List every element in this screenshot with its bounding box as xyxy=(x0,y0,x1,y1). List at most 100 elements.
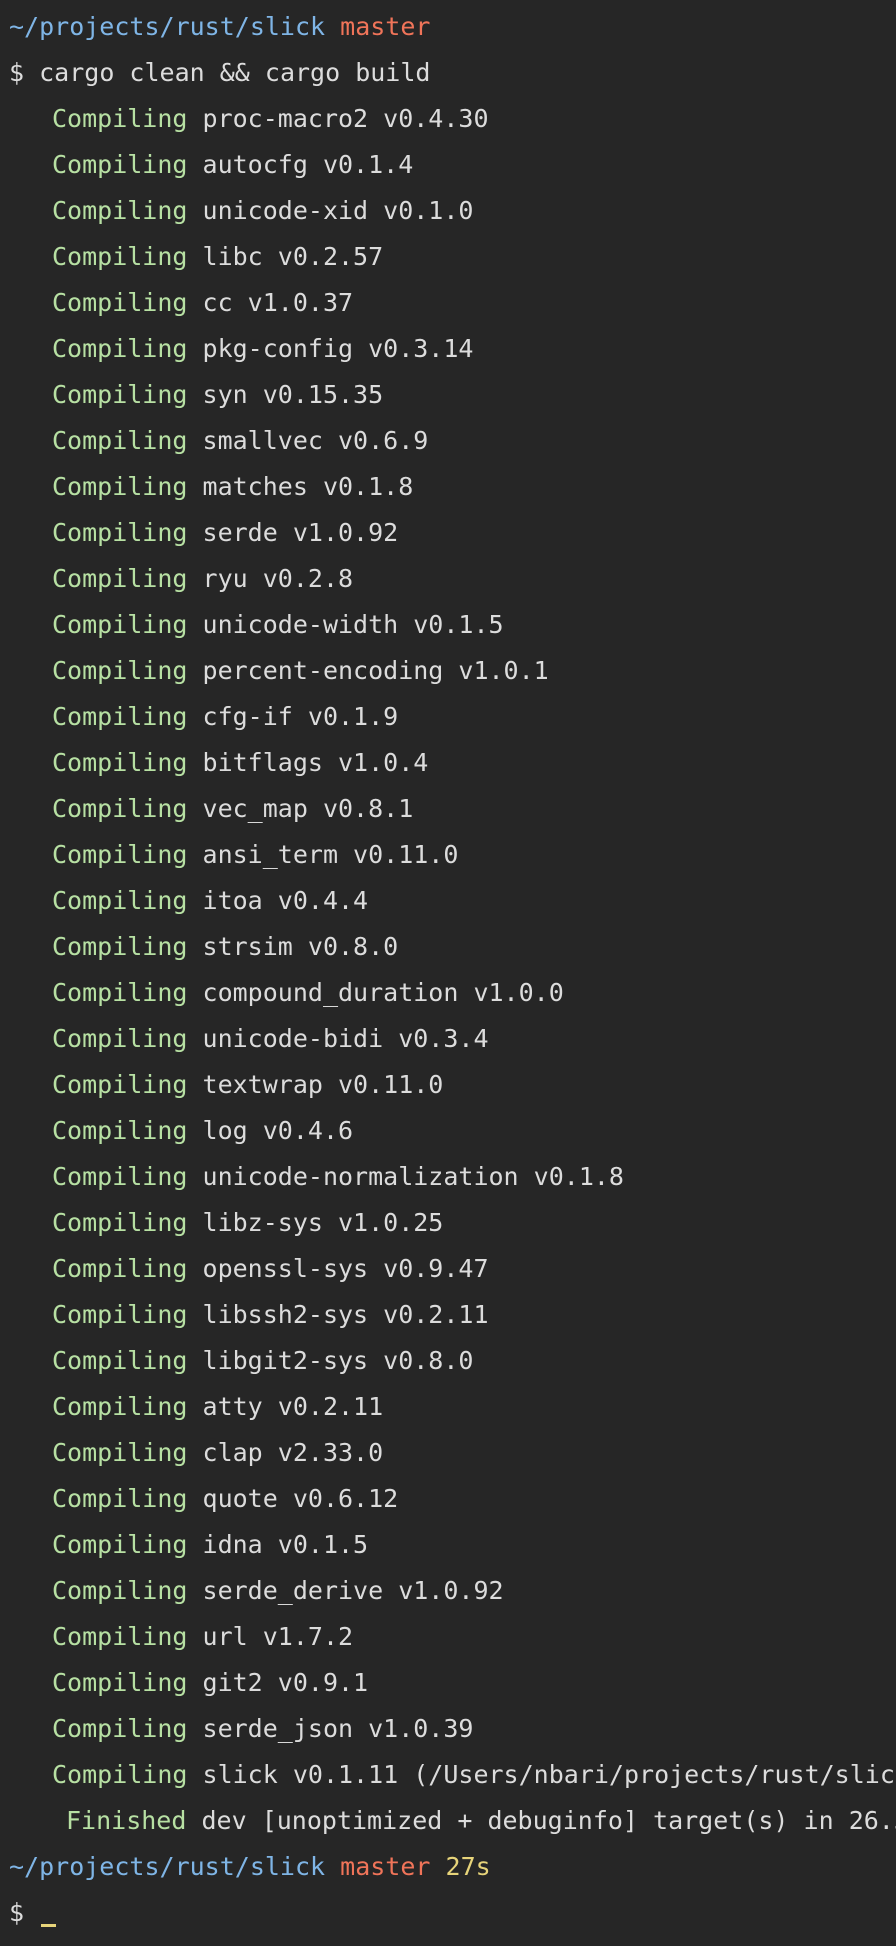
compile-verb: Compiling xyxy=(52,1070,188,1099)
compile-verb: Compiling xyxy=(52,702,188,731)
compile-verb: Compiling xyxy=(52,1300,188,1329)
compile-line: Compiling slick v0.1.11 (/Users/nbari/pr… xyxy=(9,1754,896,1800)
crate-name: libgit2-sys v0.8.0 xyxy=(202,1346,474,1375)
crate-name: libc v0.2.57 xyxy=(202,242,384,271)
compile-verb: Compiling xyxy=(52,1438,188,1467)
crate-name: ryu v0.2.8 xyxy=(202,564,354,593)
command-duration: 27s xyxy=(445,1852,491,1881)
compile-verb: Compiling xyxy=(52,748,188,777)
build-output: Compiling proc-macro2 v0.4.30 Compiling a… xyxy=(9,98,896,1800)
crate-name: log v0.4.6 xyxy=(202,1116,354,1145)
compile-verb: Compiling xyxy=(52,1254,188,1283)
crate-name: vec_map v0.8.1 xyxy=(202,794,414,823)
compile-line: Compiling strsim v0.8.0 xyxy=(9,926,896,972)
compile-line: Compiling serde_json v1.0.39 xyxy=(9,1708,896,1754)
compile-line: Compiling libz-sys v1.0.25 xyxy=(9,1202,896,1248)
crate-name: git2 v0.9.1 xyxy=(202,1668,369,1697)
crate-name: proc-macro2 v0.4.30 xyxy=(202,104,489,133)
compile-verb: Compiling xyxy=(52,150,188,179)
compile-verb: Compiling xyxy=(52,1714,188,1743)
compile-line: Compiling cc v1.0.37 xyxy=(9,282,896,328)
compile-line: Compiling bitflags v1.0.4 xyxy=(9,742,896,788)
command-line: $ cargo clean && cargo build xyxy=(9,52,896,98)
final-git-branch: master xyxy=(340,1852,431,1881)
crate-name: cc v1.0.37 xyxy=(202,288,354,317)
compile-verb: Compiling xyxy=(52,1622,188,1651)
compile-line: Compiling matches v0.1.8 xyxy=(9,466,896,512)
compile-line: Compiling url v1.7.2 xyxy=(9,1616,896,1662)
text-cursor xyxy=(41,1924,57,1927)
compile-line: Compiling vec_map v0.8.1 xyxy=(9,788,896,834)
crate-name: serde_json v1.0.39 xyxy=(202,1714,474,1743)
compile-verb: Compiling xyxy=(52,1668,188,1697)
compile-verb: Compiling xyxy=(52,196,188,225)
crate-name: unicode-normalization v0.1.8 xyxy=(202,1162,624,1191)
compile-line: Compiling serde_derive v1.0.92 xyxy=(9,1570,896,1616)
compile-line: Compiling ryu v0.2.8 xyxy=(9,558,896,604)
crate-name: pkg-config v0.3.14 xyxy=(202,334,474,363)
crate-name: slick v0.1.11 (/Users/nbari/projects/rus… xyxy=(202,1760,896,1789)
compile-verb: Compiling xyxy=(52,426,188,455)
compile-verb: Compiling xyxy=(52,1024,188,1053)
compile-verb: Compiling xyxy=(52,242,188,271)
prompt-symbol: $ xyxy=(9,58,25,87)
compile-line: Compiling log v0.4.6 xyxy=(9,1110,896,1156)
crate-name: percent-encoding v1.0.1 xyxy=(202,656,549,685)
crate-name: libssh2-sys v0.2.11 xyxy=(202,1300,489,1329)
prompt-path: ~/projects/rust/slick xyxy=(9,12,326,41)
crate-name: itoa v0.4.4 xyxy=(202,886,369,915)
compile-line: Compiling idna v0.1.5 xyxy=(9,1524,896,1570)
compile-verb: Compiling xyxy=(52,518,188,547)
finished-text: dev [unoptimized + debuginfo] target(s) … xyxy=(201,1806,896,1835)
compile-line: Compiling libc v0.2.57 xyxy=(9,236,896,282)
command-text: cargo clean && cargo build xyxy=(39,58,431,87)
compile-line: Compiling atty v0.2.11 xyxy=(9,1386,896,1432)
finished-verb: Finished xyxy=(66,1806,187,1835)
crate-name: unicode-xid v0.1.0 xyxy=(202,196,474,225)
compile-verb: Compiling xyxy=(52,104,188,133)
crate-name: libz-sys v1.0.25 xyxy=(202,1208,444,1237)
compile-line: Compiling unicode-xid v0.1.0 xyxy=(9,190,896,236)
compile-line: Compiling libssh2-sys v0.2.11 xyxy=(9,1294,896,1340)
compile-line: Compiling smallvec v0.6.9 xyxy=(9,420,896,466)
compile-verb: Compiling xyxy=(52,472,188,501)
compile-line: Compiling clap v2.33.0 xyxy=(9,1432,896,1478)
crate-name: atty v0.2.11 xyxy=(202,1392,384,1421)
prompt-line: ~/projects/rust/slick master xyxy=(9,6,896,52)
compile-verb: Compiling xyxy=(52,656,188,685)
crate-name: bitflags v1.0.4 xyxy=(202,748,429,777)
compile-verb: Compiling xyxy=(52,564,188,593)
crate-name: syn v0.15.35 xyxy=(202,380,384,409)
compile-verb: Compiling xyxy=(52,1484,188,1513)
compile-line: Compiling openssl-sys v0.9.47 xyxy=(9,1248,896,1294)
compile-line: Compiling percent-encoding v1.0.1 xyxy=(9,650,896,696)
crate-name: clap v2.33.0 xyxy=(202,1438,384,1467)
compile-verb: Compiling xyxy=(52,978,188,1007)
compile-line: Compiling syn v0.15.35 xyxy=(9,374,896,420)
compile-verb: Compiling xyxy=(52,886,188,915)
compile-verb: Compiling xyxy=(52,840,188,869)
compile-line: Compiling quote v0.6.12 xyxy=(9,1478,896,1524)
crate-name: autocfg v0.1.4 xyxy=(202,150,414,179)
input-line[interactable]: $ xyxy=(9,1892,896,1938)
crate-name: strsim v0.8.0 xyxy=(202,932,399,961)
compile-verb: Compiling xyxy=(52,334,188,363)
compile-verb: Compiling xyxy=(52,1760,188,1789)
crate-name: serde v1.0.92 xyxy=(202,518,399,547)
compile-verb: Compiling xyxy=(52,288,188,317)
final-prompt-line: ~/projects/rust/slick master 27s xyxy=(9,1846,896,1892)
finished-line: Finished dev [unoptimized + debuginfo] t… xyxy=(9,1800,896,1846)
crate-name: unicode-width v0.1.5 xyxy=(202,610,504,639)
compile-line: Compiling libgit2-sys v0.8.0 xyxy=(9,1340,896,1386)
terminal-window[interactable]: ~/projects/rust/slick master $ cargo cle… xyxy=(0,0,896,1946)
crate-name: unicode-bidi v0.3.4 xyxy=(202,1024,489,1053)
compile-verb: Compiling xyxy=(52,1576,188,1605)
crate-name: cfg-if v0.1.9 xyxy=(202,702,399,731)
compile-line: Compiling itoa v0.4.4 xyxy=(9,880,896,926)
compile-verb: Compiling xyxy=(52,380,188,409)
compile-line: Compiling compound_duration v1.0.0 xyxy=(9,972,896,1018)
crate-name: matches v0.1.8 xyxy=(202,472,414,501)
git-branch: master xyxy=(340,12,431,41)
crate-name: smallvec v0.6.9 xyxy=(202,426,429,455)
compile-verb: Compiling xyxy=(52,1116,188,1145)
